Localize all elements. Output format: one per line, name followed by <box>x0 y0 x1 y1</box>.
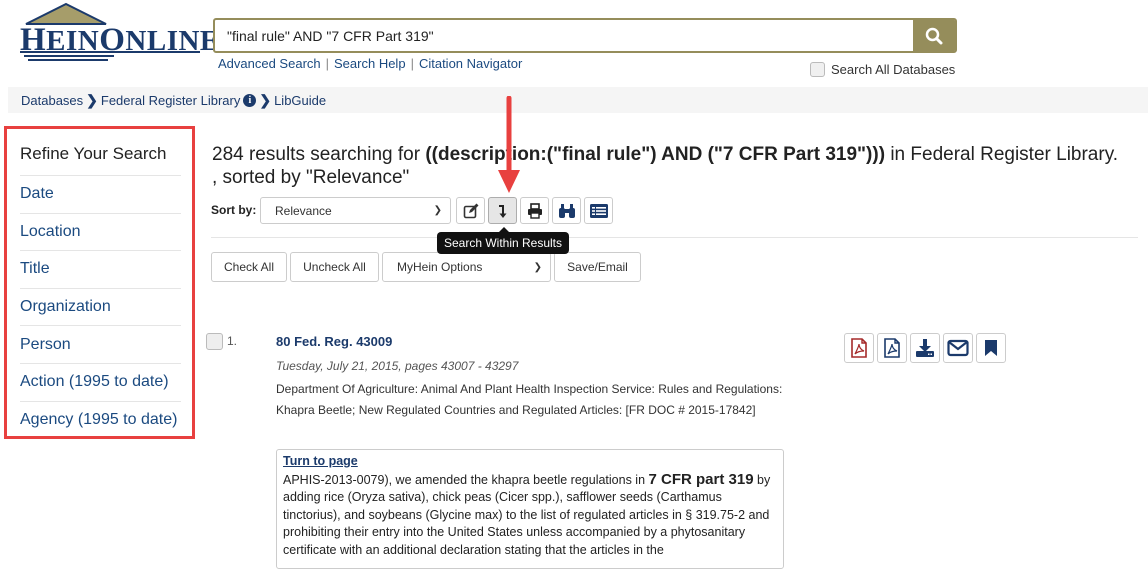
edit-search-button[interactable] <box>456 197 485 224</box>
search-button[interactable] <box>913 18 955 53</box>
email-button[interactable] <box>943 333 973 363</box>
sidebar-item-date[interactable]: Date <box>20 175 181 213</box>
results-sort-text: , sorted by "Relevance" <box>212 167 410 188</box>
logo-text: HEINONLINE <box>20 22 220 58</box>
snippet-text-before: APHIS-2013-0079), we amended the khapra … <box>283 472 649 487</box>
myhein-value: MyHein Options <box>397 260 483 274</box>
sidebar-item-location[interactable]: Location <box>20 212 181 251</box>
results-count: 284 results searching for <box>212 144 426 165</box>
search-box <box>213 18 957 53</box>
search-icon <box>925 27 943 44</box>
sidebar-item-organization[interactable]: Organization <box>20 287 181 326</box>
search-links: Advanced Search | Search Help | Citation Nav… <box>218 56 522 71</box>
print-button[interactable] <box>520 197 549 224</box>
pdf-outline-icon <box>884 338 900 358</box>
separator: | <box>325 56 330 71</box>
info-icon[interactable]: i <box>243 94 257 107</box>
heinonline-logo[interactable]: HEINONLINE <box>18 2 219 64</box>
sidebar-item-title[interactable]: Title <box>20 250 181 288</box>
download-icon <box>916 339 934 357</box>
refine-search-sidebar: Refine Your Search Date Location Title O… <box>4 126 195 439</box>
sidebar-item-person[interactable]: Person <box>20 325 181 363</box>
results-query: ((description:("final rule") AND ("7 CFR… <box>425 144 886 165</box>
result-date: Tuesday, July 21, 2015, pages 43007 - 43… <box>276 359 519 373</box>
chevron-down-icon: ❯ <box>533 261 542 273</box>
breadcrumb: Databases ❯ Federal Register Library i ❯… <box>21 92 326 109</box>
bookmark-button[interactable] <box>976 333 1006 363</box>
sort-select[interactable]: Relevance ❯ <box>260 197 451 224</box>
divider <box>211 237 1138 238</box>
advanced-search-link[interactable]: Advanced Search <box>218 56 321 71</box>
breadcrumb-libguide[interactable]: LibGuide <box>274 93 326 108</box>
search-help-link[interactable]: Search Help <box>334 56 406 71</box>
chevron-down-icon: ❯ <box>433 205 442 216</box>
breadcrumb-federal-register[interactable]: Federal Register Library <box>101 93 240 108</box>
turn-to-page-link[interactable]: Turn to page <box>283 454 358 468</box>
chevron-right-icon: ❯ <box>86 92 98 108</box>
result-snippet: Turn to page APHIS-2013-0079), we amende… <box>276 449 784 569</box>
result-checkbox[interactable] <box>206 333 223 350</box>
sort-value: Relevance <box>275 203 332 218</box>
uncheck-all-button[interactable]: Uncheck All <box>290 252 379 282</box>
list-view-icon <box>589 203 608 218</box>
save-email-button[interactable]: Save/Email <box>554 252 641 282</box>
citation-navigator-link[interactable]: Citation Navigator <box>419 56 522 71</box>
search-within-results-button[interactable] <box>488 197 517 224</box>
sort-label: Sort by: <box>211 203 257 217</box>
result-title-link[interactable]: 80 Fed. Reg. 43009 <box>276 334 392 349</box>
search-input[interactable] <box>215 20 915 51</box>
myhein-options-select[interactable]: MyHein Options ❯ <box>382 252 551 282</box>
chevron-right-icon: ❯ <box>259 92 272 108</box>
snippet-highlight: 7 CFR part 319 <box>648 470 754 488</box>
pdf-outline-button[interactable] <box>877 333 907 363</box>
sidebar-item-action[interactable]: Action (1995 to date) <box>20 362 181 401</box>
pdf-icon <box>851 338 867 358</box>
tooltip: Search Within Results <box>437 227 569 254</box>
result-description: Department Of Agriculture: Animal And Pl… <box>276 382 783 417</box>
edit-icon <box>463 203 478 218</box>
print-icon <box>527 202 542 219</box>
bookmark-icon <box>985 340 997 356</box>
download-button[interactable] <box>910 333 940 363</box>
annotation-arrow-icon <box>498 96 520 193</box>
results-summary: 284 results searching for ((description:… <box>212 143 1147 189</box>
breadcrumb-databases[interactable]: Databases <box>21 93 83 108</box>
sidebar-title: Refine Your Search <box>20 144 167 163</box>
email-icon <box>947 339 969 357</box>
search-all-checkbox[interactable] <box>810 62 825 77</box>
search-all-databases[interactable]: Search All Databases <box>810 62 955 77</box>
list-view-button[interactable] <box>584 197 613 224</box>
pdf-button[interactable] <box>844 333 874 363</box>
binoculars-icon <box>558 203 575 218</box>
sidebar-item-agency[interactable]: Agency (1995 to date) <box>20 400 181 439</box>
search-within-icon <box>498 204 506 218</box>
check-all-button[interactable]: Check All <box>211 252 287 282</box>
result-number: 1. <box>227 334 238 348</box>
search-all-label: Search All Databases <box>831 62 956 77</box>
results-library: in Federal Register Library. <box>885 144 1119 165</box>
separator: | <box>410 56 414 71</box>
find-button[interactable] <box>552 197 581 224</box>
